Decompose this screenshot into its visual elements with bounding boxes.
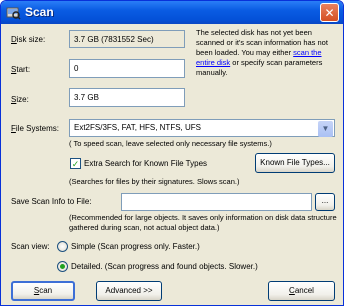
scan-view-label: Scan view: xyxy=(11,242,50,251)
detailed-view-label[interactable]: Detailed. (Scan progress and found objec… xyxy=(71,262,258,271)
scan-button-label: Scan xyxy=(33,286,53,295)
extra-search-checkbox[interactable]: ✓ xyxy=(70,158,81,169)
size-input[interactable]: 3.7 GB xyxy=(69,88,185,107)
save-scan-info-input[interactable] xyxy=(121,193,312,211)
simple-view-radio[interactable] xyxy=(57,241,68,252)
close-button[interactable]: ✕ xyxy=(320,3,339,22)
save-scan-info-note: (Recommended for large objects. It saves… xyxy=(69,213,337,232)
file-systems-dropdown[interactable]: Ext2FS/3FS, FAT, HFS, NTFS, UFS ▼ xyxy=(69,119,335,137)
disk-size-value: 3.7 GB (7831552 Sec) xyxy=(74,35,154,44)
advanced-button[interactable]: Advanced >> xyxy=(96,281,162,301)
file-systems-value: Ext2FS/3FS, FAT, HFS, NTFS, UFS xyxy=(74,123,201,132)
dialog-body: Disk size: 3.7 GB (7831552 Sec) The sele… xyxy=(1,24,343,305)
simple-view-label[interactable]: Simple (Scan progress only. Faster.) xyxy=(71,242,200,251)
disk-scan-icon xyxy=(6,7,21,20)
cancel-button-label: Cancel xyxy=(289,286,314,295)
close-icon: ✕ xyxy=(324,6,335,20)
detailed-view-radio[interactable] xyxy=(57,261,68,272)
title-bar[interactable]: Scan ✕ xyxy=(1,1,343,24)
browse-button[interactable]: ... xyxy=(315,193,335,211)
disk-size-label: Disk size: xyxy=(11,35,46,44)
scan-button[interactable]: Scan xyxy=(11,281,75,301)
size-value: 3.7 GB xyxy=(74,93,99,102)
extra-search-note: (Searches for files by their signatures.… xyxy=(69,177,240,186)
file-systems-label: File Systems: xyxy=(11,124,60,133)
browse-label: ... xyxy=(321,196,329,205)
extra-search-label[interactable]: Extra Search for Known File Types xyxy=(84,159,207,168)
known-file-types-button[interactable]: Known File Types... xyxy=(255,153,335,173)
scan-dialog: Scan ✕ Disk size: 3.7 GB (7831552 Sec) T… xyxy=(0,0,344,306)
size-label: Size: xyxy=(11,95,29,104)
chevron-down-icon[interactable]: ▼ xyxy=(318,121,333,137)
file-systems-note: ( To speed scan, leave selected only nec… xyxy=(69,139,272,148)
save-scan-info-label: Save Scan Info to File: xyxy=(11,197,92,206)
disk-size-field: 3.7 GB (7831552 Sec) xyxy=(69,30,185,48)
known-file-types-label: Known File Types... xyxy=(260,158,330,167)
info-text: The selected disk has not yet been scann… xyxy=(196,28,340,78)
cancel-button[interactable]: Cancel xyxy=(268,281,335,301)
start-label: Start: xyxy=(11,65,31,74)
advanced-button-label: Advanced >> xyxy=(105,286,153,295)
window-title: Scan xyxy=(25,5,54,19)
start-input[interactable]: 0 xyxy=(69,59,185,78)
start-value: 0 xyxy=(74,64,79,73)
